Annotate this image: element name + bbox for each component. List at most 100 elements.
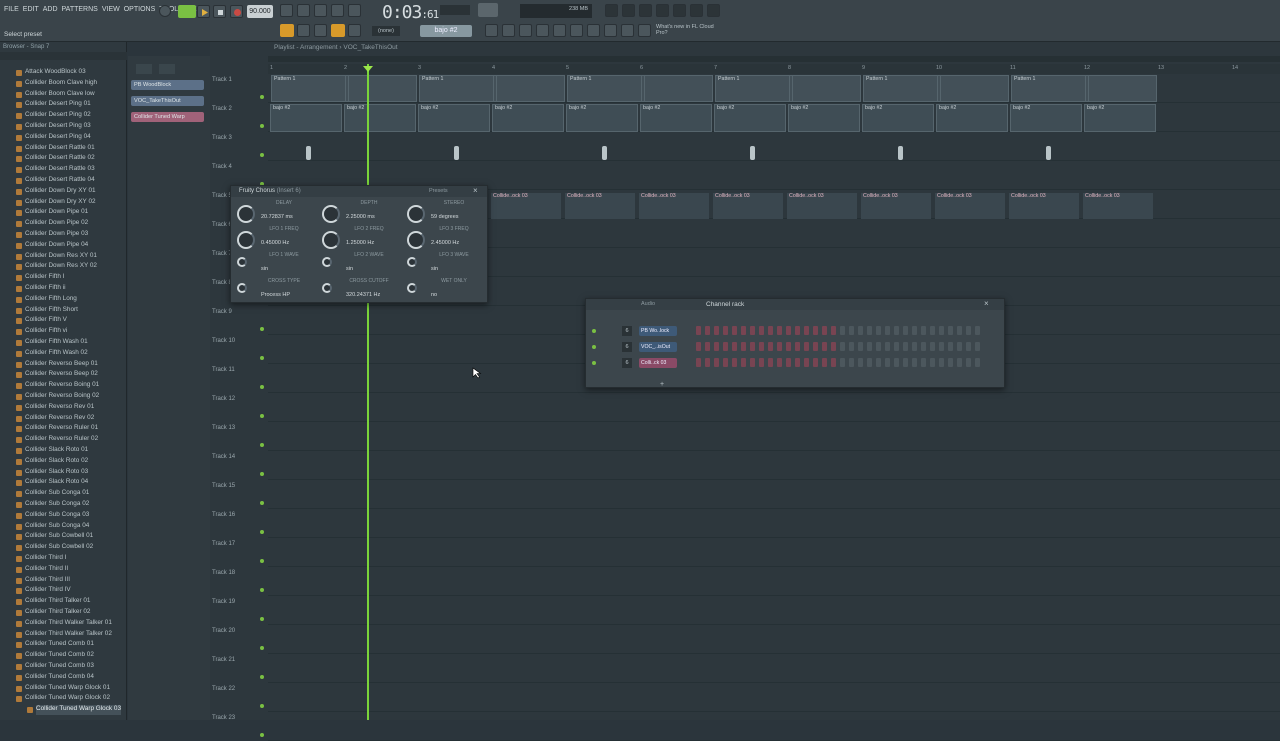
track-led[interactable] [260,443,264,447]
track-header[interactable]: Track 19 [210,599,266,625]
browser-item[interactable]: Collider Sub Conga 02 [15,500,89,510]
knob[interactable] [407,231,425,249]
track-header[interactable]: Track 13 [210,425,266,451]
channel-button[interactable]: PB Wo..lock [639,326,677,336]
browser-item[interactable]: Collider Tuned Comb 02 [16,651,94,661]
step-button[interactable] [768,342,773,351]
step-button[interactable] [849,342,854,351]
step-button[interactable] [840,342,845,351]
vox-clip[interactable]: Collide..ock 03 [787,193,857,219]
track-lane[interactable] [268,683,1280,712]
track-led[interactable] [260,124,264,128]
vox-clip[interactable]: Collide..ock 03 [639,193,709,219]
step-button[interactable] [903,326,908,335]
blend-notes-icon[interactable] [314,4,327,17]
track-header[interactable]: Track 14 [210,454,266,480]
bajo-clip[interactable]: bajo #2 [714,104,786,132]
track-header[interactable]: Track 11 [210,367,266,393]
playlist-icon[interactable] [485,24,498,37]
track-header[interactable]: Track 16 [210,512,266,538]
step-button[interactable] [777,342,782,351]
step-button[interactable] [750,342,755,351]
bajo-clip[interactable]: bajo #2 [566,104,638,132]
track-led[interactable] [260,327,264,331]
countdown-icon[interactable] [297,4,310,17]
master-volume-slider[interactable] [478,3,498,17]
step-button[interactable] [813,326,818,335]
step-button[interactable] [822,326,827,335]
knob[interactable] [322,257,332,267]
browser-item[interactable]: Collider Down Pipe 02 [15,219,88,229]
pat-song-toggle[interactable] [159,5,171,17]
pattern-clip[interactable]: Pattern 1 [863,75,1009,102]
step-button[interactable] [885,326,890,335]
channel-rack-titlebar[interactable]: Audio Channel rack × [586,299,1004,310]
step-button[interactable] [876,342,881,351]
news-panel[interactable]: What's new in FL Cloud Pro? [656,24,726,36]
step-button[interactable] [957,358,962,367]
knob[interactable] [407,257,417,267]
plugin-icon[interactable] [673,4,686,17]
step-button[interactable] [723,326,728,335]
menu-item[interactable]: PATTERNS [62,6,98,13]
step-button[interactable] [876,358,881,367]
mixer-window-icon[interactable] [536,24,549,37]
menu-item[interactable]: EDIT [23,6,39,13]
automation-point[interactable] [750,146,755,160]
slice-tool-icon[interactable] [348,24,361,37]
browser-item[interactable]: Collider Desert Ping 02 [16,111,91,121]
menu-item[interactable]: VIEW [102,6,120,13]
browser-item[interactable]: Collider Slack Roto 03 [15,468,88,478]
step-button[interactable] [705,358,710,367]
add-channel-icon[interactable]: + [660,381,664,388]
browser-item[interactable]: Collider Tuned Warp Glock 02 [15,694,110,704]
record-button[interactable] [230,5,243,18]
browser-item[interactable]: Collider Down Res XY 02 [16,262,97,272]
step-button[interactable] [948,342,953,351]
track-led[interactable] [260,95,264,99]
touch-controller-icon[interactable] [587,24,600,37]
knob[interactable] [322,205,340,223]
menu-item[interactable]: OPTIONS [124,6,156,13]
browser-item[interactable]: Collider Reverso Ruler 02 [15,435,98,445]
step-button[interactable] [867,358,872,367]
timeline-ruler[interactable]: 1 2 3 4 5 6 7 8 9 10 11 12 13 14 [268,64,1280,74]
browser-item[interactable]: Collider Fifth Wash 02 [16,349,88,359]
knob[interactable] [407,283,417,293]
browser-item[interactable]: Collider Tuned Warp Glock 03 [26,705,122,716]
step-button[interactable] [894,326,899,335]
step-button[interactable] [912,342,917,351]
bajo-clip[interactable]: bajo #2 [270,104,342,132]
step-button[interactable] [831,358,836,367]
horizontal-scrollbar[interactable] [268,56,1280,62]
step-button[interactable] [768,358,773,367]
step-button[interactable] [795,358,800,367]
pattern-clip[interactable]: Pattern 1 [271,75,417,102]
step-button[interactable] [786,342,791,351]
download-icon[interactable] [638,24,651,37]
step-button[interactable] [867,342,872,351]
track-header[interactable]: Track 20 [210,628,266,654]
browser-item[interactable]: Collider Down Pipe 04 [15,241,88,251]
step-button[interactable] [741,358,746,367]
step-button[interactable] [948,326,953,335]
browser-item[interactable]: Collider Third II [15,565,68,575]
play-button[interactable] [197,5,210,18]
step-button[interactable] [867,326,872,335]
track-led[interactable] [260,617,264,621]
step-button[interactable] [723,342,728,351]
step-button[interactable] [714,326,719,335]
step-button[interactable] [966,342,971,351]
track-led[interactable] [260,588,264,592]
browser-item[interactable]: Collider Down Pipe 01 [15,208,88,218]
browser-item[interactable]: Collider Tuned Comb 03 [16,662,94,672]
browser-item[interactable]: Collider Tuned Comb 01 [16,640,94,650]
browser-item[interactable]: Collider Reverso Ruler 01 [15,424,98,434]
step-button[interactable] [804,358,809,367]
automation-point[interactable] [454,146,459,160]
step-button[interactable] [795,326,800,335]
close-icon[interactable]: × [473,186,478,195]
paint-tool-icon[interactable] [314,24,327,37]
step-button[interactable] [948,358,953,367]
step-button[interactable] [894,358,899,367]
